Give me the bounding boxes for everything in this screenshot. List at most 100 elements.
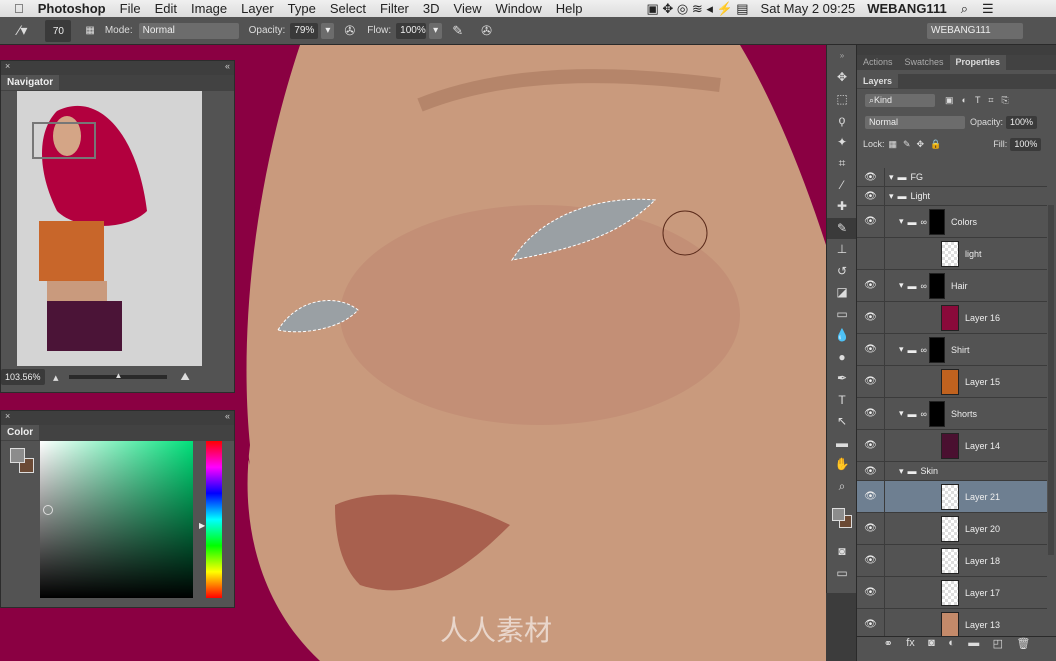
fill-input[interactable]: 100% [1010,137,1042,151]
healing-tool-icon[interactable]: ✚ [827,196,857,218]
fx-icon[interactable]: fx [906,637,915,656]
marquee-tool-icon[interactable]: ⬚ [827,89,857,111]
layer-row[interactable]: 👁 Layer 14 [857,430,1047,462]
visibility-eye-icon[interactable]: 👁 [857,513,885,544]
menu-help[interactable]: Help [556,1,583,16]
visibility-eye-icon[interactable]: 👁 [857,481,885,512]
user-name[interactable]: WEBANG111 [867,1,946,16]
group-expand-icon[interactable]: ▾ [889,191,894,202]
workspace-select[interactable]: WEBANG111 [927,22,1023,39]
menu-layer[interactable]: Layer [241,1,274,16]
menu-type[interactable]: Type [288,1,316,16]
layer-row[interactable]: 👁 Layer 20 [857,513,1047,545]
apple-icon[interactable]:  [14,1,24,16]
menu-3d[interactable]: 3D [423,1,440,16]
airbrush-icon[interactable]: ✎ [452,23,463,39]
quick-mask-icon[interactable]: ◙ [827,541,857,563]
path-select-tool-icon[interactable]: ↖ [827,411,857,433]
navigator-preview[interactable] [17,91,202,366]
layer-row[interactable]: 👁 Layer 18 [857,545,1047,577]
menu-window[interactable]: Window [495,1,541,16]
menu-view[interactable]: View [454,1,482,16]
type-tool-icon[interactable]: T [827,390,857,412]
tab-layers[interactable]: Layers [857,74,899,88]
list-icon[interactable]: ☰ [982,1,994,17]
layer-row[interactable]: 👁 ▾ ▬ Skin [857,462,1047,481]
zoom-slider[interactable]: ▲ [68,371,167,380]
brush-tool-icon[interactable]: ✎ [827,217,857,239]
new-layer-icon[interactable]: ◰ [993,637,1003,656]
group-expand-icon[interactable]: ▾ [899,344,904,355]
pressure-size-icon[interactable]: ✇ [481,23,492,39]
layer-row[interactable]: 👁 ▾ ▬ ∞ Hair [857,270,1047,302]
layer-row[interactable]: 👁 Layer 15 [857,366,1047,398]
filter-icons[interactable]: ▣◐T⌗⎘ [945,95,1017,106]
group-expand-icon[interactable]: ▾ [899,408,904,419]
navigator-tab[interactable]: Navigator [1,75,60,90]
magic-wand-tool-icon[interactable]: ✦ [827,132,857,154]
group-expand-icon[interactable]: ▾ [899,466,904,477]
crop-tool-icon[interactable]: ⌗ [827,153,857,175]
layers-scrollbar[interactable] [1048,205,1054,555]
visibility-eye-icon[interactable]: 👁 [857,187,885,205]
tab-actions[interactable]: Actions [857,55,899,70]
filter-kind-select[interactable]: ⌕Kind [865,93,935,107]
visibility-eye-icon[interactable]: 👁 [857,430,885,461]
lock-icons[interactable]: ▦✎✥🔒 [889,139,948,150]
move-tool-icon[interactable]: ✥ [827,67,857,89]
status-icons[interactable]: ▣ ✥ ◎ ≋ ◂ ⚡ ▤ [646,1,748,17]
layer-row[interactable]: 👁 Layer 17 [857,577,1047,609]
layer-row[interactable]: 👁 Layer 21 [857,481,1047,513]
zoom-in-icon[interactable]: ⛰ [181,371,190,384]
group-expand-icon[interactable]: ▾ [899,280,904,291]
color-field[interactable] [40,441,193,598]
hand-tool-icon[interactable]: ✋ [827,454,857,476]
layer-opacity-input[interactable]: 100% [1006,115,1038,129]
menu-edit[interactable]: Edit [155,1,177,16]
layer-row[interactable]: 👁 ▾ ▬ FG [857,168,1047,187]
layer-row[interactable]: 👁 ▾ ▬ ∞ Shorts [857,398,1047,430]
stamp-tool-icon[interactable]: ⊥ [827,239,857,261]
menu-filter[interactable]: Filter [380,1,409,16]
opacity-input[interactable]: 79% [290,22,319,39]
adjustment-icon[interactable]: ◐ [948,637,955,656]
color-tab[interactable]: Color [1,425,40,440]
pressure-opacity-icon[interactable]: ✇ [344,23,355,39]
dodge-tool-icon[interactable]: ● [827,347,857,369]
link-icon[interactable]: ⚭ [884,637,893,656]
trash-icon[interactable]: 🗑 [1016,637,1030,656]
visibility-eye-icon[interactable]: 👁 [857,270,885,301]
eyedropper-tool-icon[interactable]: ⁄ [827,175,857,197]
new-group-icon[interactable]: ▬ [968,637,979,656]
pen-tool-icon[interactable]: ✒ [827,368,857,390]
tab-properties[interactable]: Properties [949,55,1007,70]
hue-marker-icon[interactable]: ▶ [199,521,205,530]
menu-select[interactable]: Select [330,1,366,16]
visibility-eye-icon[interactable]: 👁 [857,398,885,429]
layer-row[interactable]: 👁 Layer 13 [857,609,1047,636]
opacity-dropdown[interactable]: ▾ [321,22,335,39]
visibility-eye-icon[interactable]: 👁 [857,168,885,186]
visibility-eye-icon[interactable]: 👁 [857,302,885,333]
menu-app[interactable]: Photoshop [38,1,106,16]
shape-tool-icon[interactable]: ▬ [827,433,857,455]
menu-image[interactable]: Image [191,1,227,16]
eraser-tool-icon[interactable]: ◪ [827,282,857,304]
lasso-tool-icon[interactable]: ϙ [827,110,857,132]
layer-row[interactable]: 👁 ▾ ▬ Light [857,187,1047,206]
zoom-tool-icon[interactable]: ⌕ [827,476,857,498]
blur-tool-icon[interactable]: 💧 [827,325,857,347]
layer-row[interactable]: light [857,238,1047,270]
screen-mode-icon[interactable]: ▭ [827,563,857,585]
brush-size[interactable]: 70 [45,19,72,42]
brush-tool-icon[interactable]: ⁄▾ [18,22,27,39]
visibility-eye-icon[interactable]: 👁 [857,609,885,636]
visibility-eye-icon[interactable]: 👁 [857,206,885,237]
flow-input[interactable]: 100% [396,22,427,39]
clock[interactable]: Sat May 2 09:25 [761,1,856,16]
layer-row[interactable]: 👁 Layer 16 [857,302,1047,334]
hue-slider[interactable] [206,441,222,598]
zoom-out-icon[interactable]: ▴ [53,371,59,384]
zoom-input[interactable]: 103.56% [1,369,45,385]
history-brush-icon[interactable]: ↺ [827,261,857,283]
